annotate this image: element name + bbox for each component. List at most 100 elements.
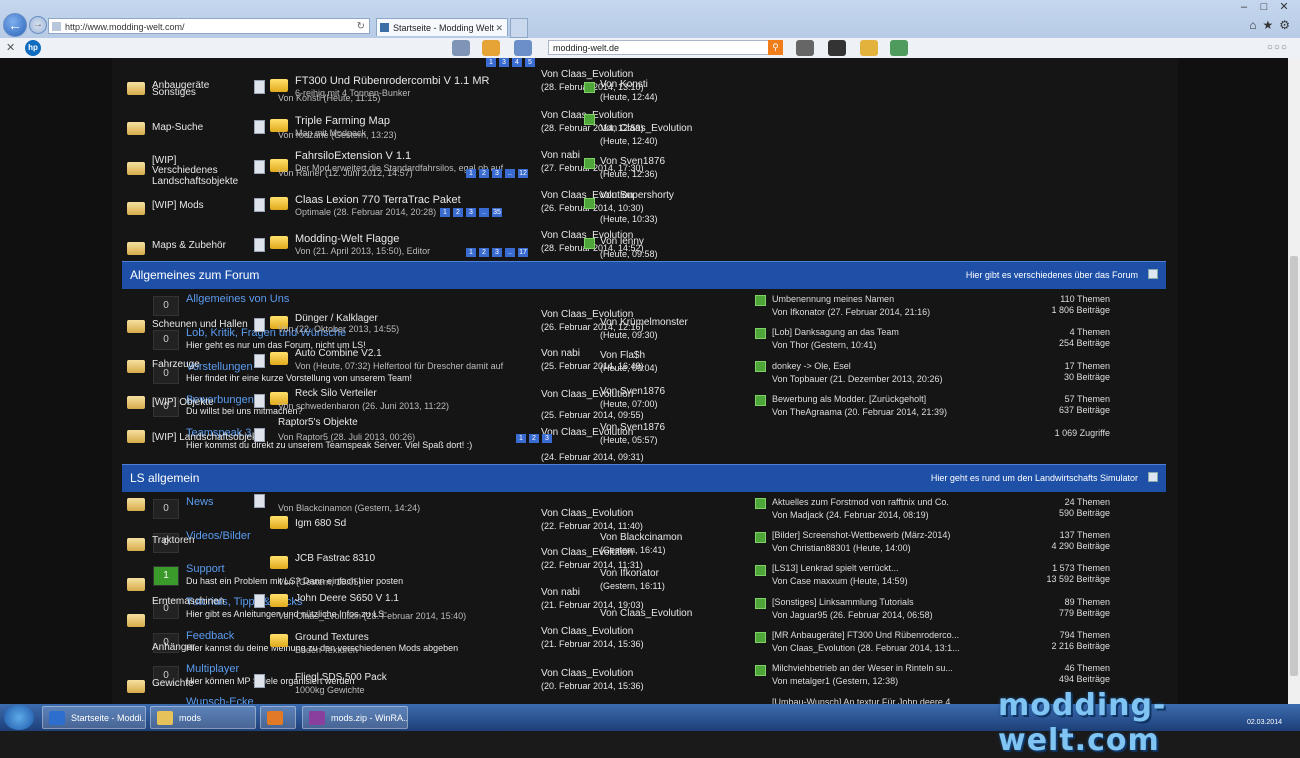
- toolbar-icon-4[interactable]: [796, 40, 814, 56]
- thread-author: Von Raptor5 (28. Juli 2013, 00:26): [278, 432, 416, 442]
- pagination[interactable]: 1 2 3.. 35: [440, 208, 505, 217]
- latest-thread[interactable]: [MR Anbaugeräte] FT300 Und Rübenroderco.…: [772, 629, 959, 641]
- toolbar-close-icon[interactable]: ✕: [6, 41, 15, 54]
- latest-thread[interactable]: Aktuelles zum Forstmod von rafftnix und …: [772, 496, 949, 508]
- go-to-post-icon[interactable]: [584, 238, 595, 249]
- category-header-forum[interactable]: Allgemeines zum Forum Hier gibt es versc…: [122, 261, 1166, 289]
- board-title[interactable]: Erntemaschinen: [152, 595, 224, 609]
- latest-thread[interactable]: [Sonstiges] Linksammlung Tutorials: [772, 596, 914, 608]
- taskbar-item-mods[interactable]: mods: [150, 706, 256, 729]
- board-title[interactable]: [WIP] Mods: [152, 199, 204, 213]
- go-to-post-icon[interactable]: [584, 114, 595, 125]
- last-post-date: (Heute, 09:30): [600, 330, 658, 340]
- pagination[interactable]: 1 2 3.. 12: [466, 169, 531, 178]
- more-icon[interactable]: ○○○: [1267, 42, 1288, 53]
- collapse-icon[interactable]: [1148, 269, 1158, 279]
- thread-title[interactable]: Raptor5's Objekte: [278, 416, 358, 430]
- latest-thread[interactable]: Bewerbung als Modder. [Zurückgeholt]: [772, 393, 926, 405]
- latest-thread[interactable]: donkey -> Ole, Esel: [772, 360, 851, 372]
- board-title[interactable]: Gewichte: [152, 677, 194, 691]
- page-viewport: Anbaugeräte Sonstiges FT300 Und Rübenrod…: [0, 58, 1288, 704]
- start-button[interactable]: [4, 705, 34, 730]
- eye-icon[interactable]: [828, 40, 846, 56]
- new-tab-button[interactable]: [510, 18, 528, 38]
- go-to-post-icon[interactable]: [755, 598, 766, 609]
- back-button[interactable]: ←: [3, 13, 27, 37]
- go-to-post-icon[interactable]: [584, 158, 595, 169]
- hp-logo-icon[interactable]: hp: [25, 40, 41, 56]
- board-link[interactable]: Allgemeines von Uns: [186, 292, 289, 306]
- close-window-button[interactable]: ✕: [1274, 0, 1294, 13]
- refresh-icon[interactable]: ↻: [357, 19, 365, 35]
- go-to-post-icon[interactable]: [755, 632, 766, 643]
- category-title[interactable]: LS allgemein: [130, 471, 199, 485]
- go-to-post-icon[interactable]: [755, 328, 766, 339]
- forward-button[interactable]: →: [29, 16, 47, 34]
- search-go-icon[interactable]: ⚲: [768, 40, 783, 55]
- go-to-post-icon[interactable]: [755, 665, 766, 676]
- vertical-scrollbar[interactable]: [1288, 58, 1300, 704]
- minimize-button[interactable]: –: [1234, 1, 1254, 13]
- last-post-author[interactable]: Von Supershorty: [600, 189, 674, 203]
- latest-thread[interactable]: Milchviehbetrieb an der Weser in Rinteln…: [772, 662, 953, 674]
- scrollbar-thumb[interactable]: [1290, 256, 1298, 676]
- go-to-post-icon[interactable]: [584, 198, 595, 209]
- folder-icon: [127, 614, 145, 627]
- latest-thread[interactable]: [LS13] Lenkrad spielt verrückt...: [772, 562, 899, 574]
- go-to-post-icon[interactable]: [755, 565, 766, 576]
- board-title[interactable]: [WIP] Landschaftsobjekte: [152, 431, 265, 445]
- taskbar-item-winrar[interactable]: mods.zip - WinRA...: [302, 706, 408, 729]
- board-link[interactable]: News: [186, 495, 214, 509]
- globe-icon[interactable]: [890, 40, 908, 56]
- board-title[interactable]: [WIP] Objekte: [152, 396, 214, 410]
- board-link[interactable]: Wunsch-Ecke: [186, 695, 254, 704]
- latest-thread-author: Von Topbauer (21. Dezember 2013, 20:26): [772, 374, 943, 384]
- collapse-icon[interactable]: [1148, 472, 1158, 482]
- latest-thread[interactable]: [Lob] Danksagung an das Team: [772, 326, 899, 338]
- pagination[interactable]: 123: [516, 434, 555, 443]
- board-link[interactable]: Videos/Bilder: [186, 529, 251, 543]
- folder-icon: [270, 516, 288, 529]
- go-to-post-icon[interactable]: [755, 395, 766, 406]
- toolbar-icon-1[interactable]: [452, 40, 470, 56]
- posts-count: 2 216 Beiträge: [1051, 641, 1110, 651]
- toolbar-icon-3[interactable]: [514, 40, 532, 56]
- board-title[interactable]: Map-Suche: [152, 121, 203, 135]
- category-header-ls[interactable]: LS allgemein Hier geht es rund um den La…: [122, 464, 1166, 492]
- category-title[interactable]: Allgemeines zum Forum: [130, 268, 259, 282]
- close-tab-icon[interactable]: ✕: [495, 19, 503, 37]
- toolbar-icon-2[interactable]: [482, 40, 500, 56]
- address-bar[interactable]: http://www.modding-welt.com/ ↻: [48, 18, 370, 34]
- latest-thread[interactable]: [Bilder] Screenshot-Wettbewerb (März-201…: [772, 529, 950, 541]
- board-title[interactable]: Maps & Zubehör: [152, 239, 226, 253]
- toolbar-search-input[interactable]: modding-welt.de: [548, 40, 770, 55]
- board-title[interactable]: Sonstiges: [152, 86, 196, 100]
- last-post-author[interactable]: Von Claas_Evolution: [600, 607, 692, 621]
- pagination[interactable]: 1345: [486, 58, 538, 67]
- board-title[interactable]: Traktoren: [152, 534, 194, 548]
- go-to-post-icon[interactable]: [755, 498, 766, 509]
- toolbar-icon-5[interactable]: [860, 40, 878, 56]
- thread-title[interactable]: Igm 680 Sd: [295, 517, 346, 531]
- maximize-button[interactable]: □: [1254, 1, 1274, 13]
- pagination[interactable]: 1 2 3.. 17: [466, 248, 531, 257]
- tab-startseite[interactable]: Startseite - Modding Welt ✕: [376, 18, 508, 36]
- board-title[interactable]: Anhänger: [152, 641, 195, 655]
- board-title[interactable]: Scheunen und Hallen: [152, 318, 248, 332]
- taskbar-item-media[interactable]: [260, 706, 296, 729]
- board-title[interactable]: Fahrzeuge: [152, 358, 200, 372]
- thread-title[interactable]: JCB Fastrac 8310: [295, 552, 375, 566]
- gear-icon[interactable]: ⚙: [1279, 18, 1290, 32]
- go-to-post-icon[interactable]: [755, 532, 766, 543]
- board-title[interactable]: Verschiedenes Landschaftsobjekte: [152, 165, 252, 187]
- document-icon: [254, 238, 265, 252]
- go-to-post-icon[interactable]: [755, 361, 766, 372]
- go-to-post-icon[interactable]: [755, 295, 766, 306]
- latest-thread[interactable]: Umbenennung meines Namen: [772, 293, 894, 305]
- latest-thread[interactable]: [Umbau-Wunsch] An textur Für John deere …: [772, 696, 958, 704]
- favorites-star-icon[interactable]: ★: [1262, 18, 1273, 32]
- taskbar-item-browser[interactable]: Startseite - Moddi...: [42, 706, 146, 729]
- thread-title[interactable]: John Deere S650 V 1.1: [295, 592, 399, 606]
- go-to-post-icon[interactable]: [584, 82, 595, 93]
- home-icon[interactable]: ⌂: [1249, 18, 1256, 32]
